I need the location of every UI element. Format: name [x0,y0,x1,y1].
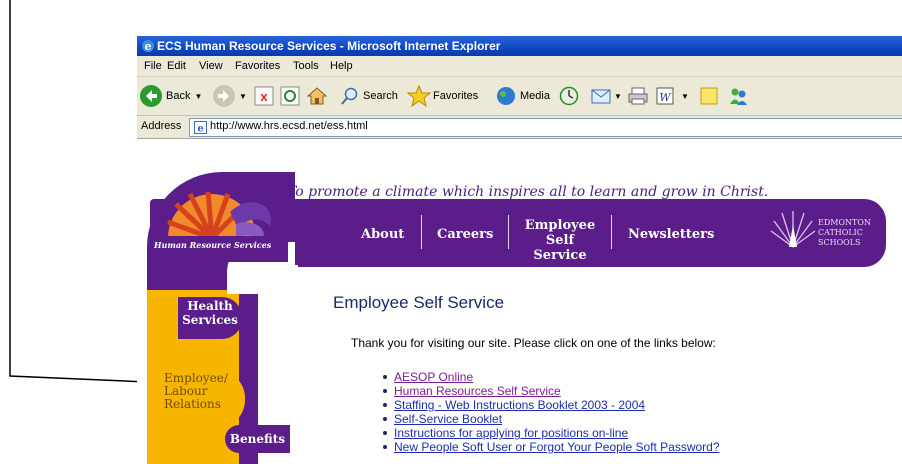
messenger-button[interactable] [727,83,749,109]
star-icon [407,85,431,107]
page-title: Employee Self Service [333,293,505,312]
nav-separator [421,215,422,249]
forward-arrow-icon [213,85,235,107]
nav-careers[interactable]: Careers [437,227,493,242]
stop-icon: x [254,86,274,106]
edit-dropdown-icon[interactable]: ▼ [681,92,689,101]
favorites-label: Favorites [433,90,479,102]
media-button[interactable]: Media [495,83,550,109]
address-url: http://www.hrs.ecsd.net/ess.html [210,120,368,132]
discuss-button[interactable] [698,83,720,109]
emp-line3: Relations [164,397,221,411]
menu-tools[interactable]: Tools [293,56,319,76]
messenger-icon [730,88,747,105]
edit-button[interactable]: W ▼ [655,83,689,109]
back-label: Back [166,90,191,102]
ecs-logo-text: EDMONTON CATHOLIC SCHOOLS [818,218,871,248]
print-button[interactable] [627,83,649,109]
refresh-button[interactable] [280,83,300,109]
menu-file[interactable]: File [144,56,162,76]
svg-text:e: e [145,40,152,53]
mail-dropdown-icon[interactable]: ▼ [614,92,622,101]
media-icon [497,87,515,105]
link-applying-instructions[interactable]: Instructions for applying for positions … [394,426,628,440]
link-peoplesoft-password[interactable]: New People Soft User or Forgot Your Peop… [394,440,720,454]
menu-bar: File Edit View Favorites Tools Help [137,56,902,77]
site-tagline: To promote a climate which inspires all … [287,184,769,200]
nav-newsletters[interactable]: Newsletters [628,227,714,242]
address-input[interactable]: e http://www.hrs.ecsd.net/ess.html [189,118,902,137]
nav-employee-line1: Employee [524,218,596,233]
ecs-line3: SCHOOLS [818,238,861,247]
list-item: Human Resources Self Service [383,384,720,398]
health-line1: Health [187,299,233,313]
intro-text: Thank you for visiting our site. Please … [351,336,716,350]
mail-icon [591,89,611,104]
word-icon: W [656,87,674,105]
search-button[interactable]: Search [340,83,398,109]
ecs-line2: CATHOLIC [818,228,863,237]
nav-separator [611,215,612,249]
side-nav-employee-labour-relations[interactable]: Employee/ Labour Relations [150,370,245,428]
mail-button[interactable]: ▼ [590,83,622,109]
list-item: AESOP Online [383,370,720,384]
title-bar: e ECS Human Resource Services - Microsof… [137,36,902,56]
menu-help[interactable]: Help [330,56,353,76]
address-label: Address [141,120,182,132]
address-bar: Address e http://www.hrs.ecsd.net/ess.ht… [137,116,902,139]
side-nav-health-services[interactable]: Health Services [178,297,242,339]
page-icon: e [194,121,207,134]
forward-dropdown-icon[interactable]: ▼ [239,92,247,101]
menu-favorites[interactable]: Favorites [235,56,280,76]
svg-text:x: x [260,89,268,104]
home-button[interactable] [306,83,328,109]
list-item: Staffing - Web Instructions Booklet 2003… [383,398,720,412]
link-aesop-online[interactable]: AESOP Online [394,370,473,384]
note-icon [700,87,718,105]
nav-employee-line2: Self Service [533,233,587,263]
print-icon [628,87,648,105]
hrs-logo-text: Human Resource Services [154,240,272,250]
hrs-sunrise-logo [152,191,288,262]
link-hr-self-service[interactable]: Human Resources Self Service [394,384,561,398]
refresh-icon [280,86,300,106]
window-title: ECS Human Resource Services - Microsoft … [157,39,501,53]
stop-button[interactable]: x [254,83,274,109]
svg-text:e: e [197,124,203,135]
search-icon [341,87,358,105]
media-label: Media [520,90,550,102]
link-list: AESOP Online Human Resources Self Servic… [383,370,720,454]
toolbar: Back ▼ ▼ x Search Favorites Media ▼ W ▼ [137,77,902,116]
side-nav-benefits[interactable]: Benefits [225,425,290,453]
back-dropdown-icon[interactable]: ▼ [194,92,202,101]
favorites-button[interactable]: Favorites [407,83,478,109]
home-icon [306,87,328,105]
svg-text:W: W [659,91,672,104]
back-arrow-icon [140,85,162,107]
nav-employee-self-service[interactable]: Employee Self Service [524,218,596,263]
history-button[interactable] [558,83,580,109]
menu-edit[interactable]: Edit [167,56,186,76]
nav-separator [508,215,509,249]
health-line2: Services [182,313,238,327]
ie-icon: e [142,40,154,53]
forward-button[interactable]: ▼ [213,83,247,109]
list-item: New People Soft User or Forgot Your Peop… [383,440,720,454]
list-item: Self-Service Booklet [383,412,720,426]
menu-view[interactable]: View [199,56,223,76]
nav-about[interactable]: About [361,227,404,242]
history-icon [559,86,579,106]
list-item: Instructions for applying for positions … [383,426,720,440]
back-button[interactable]: Back ▼ [140,83,202,109]
ecs-line1: EDMONTON [818,218,871,227]
link-staffing-booklet[interactable]: Staffing - Web Instructions Booklet 2003… [394,398,645,412]
search-label: Search [363,90,398,102]
link-self-service-booklet[interactable]: Self-Service Booklet [394,412,502,426]
